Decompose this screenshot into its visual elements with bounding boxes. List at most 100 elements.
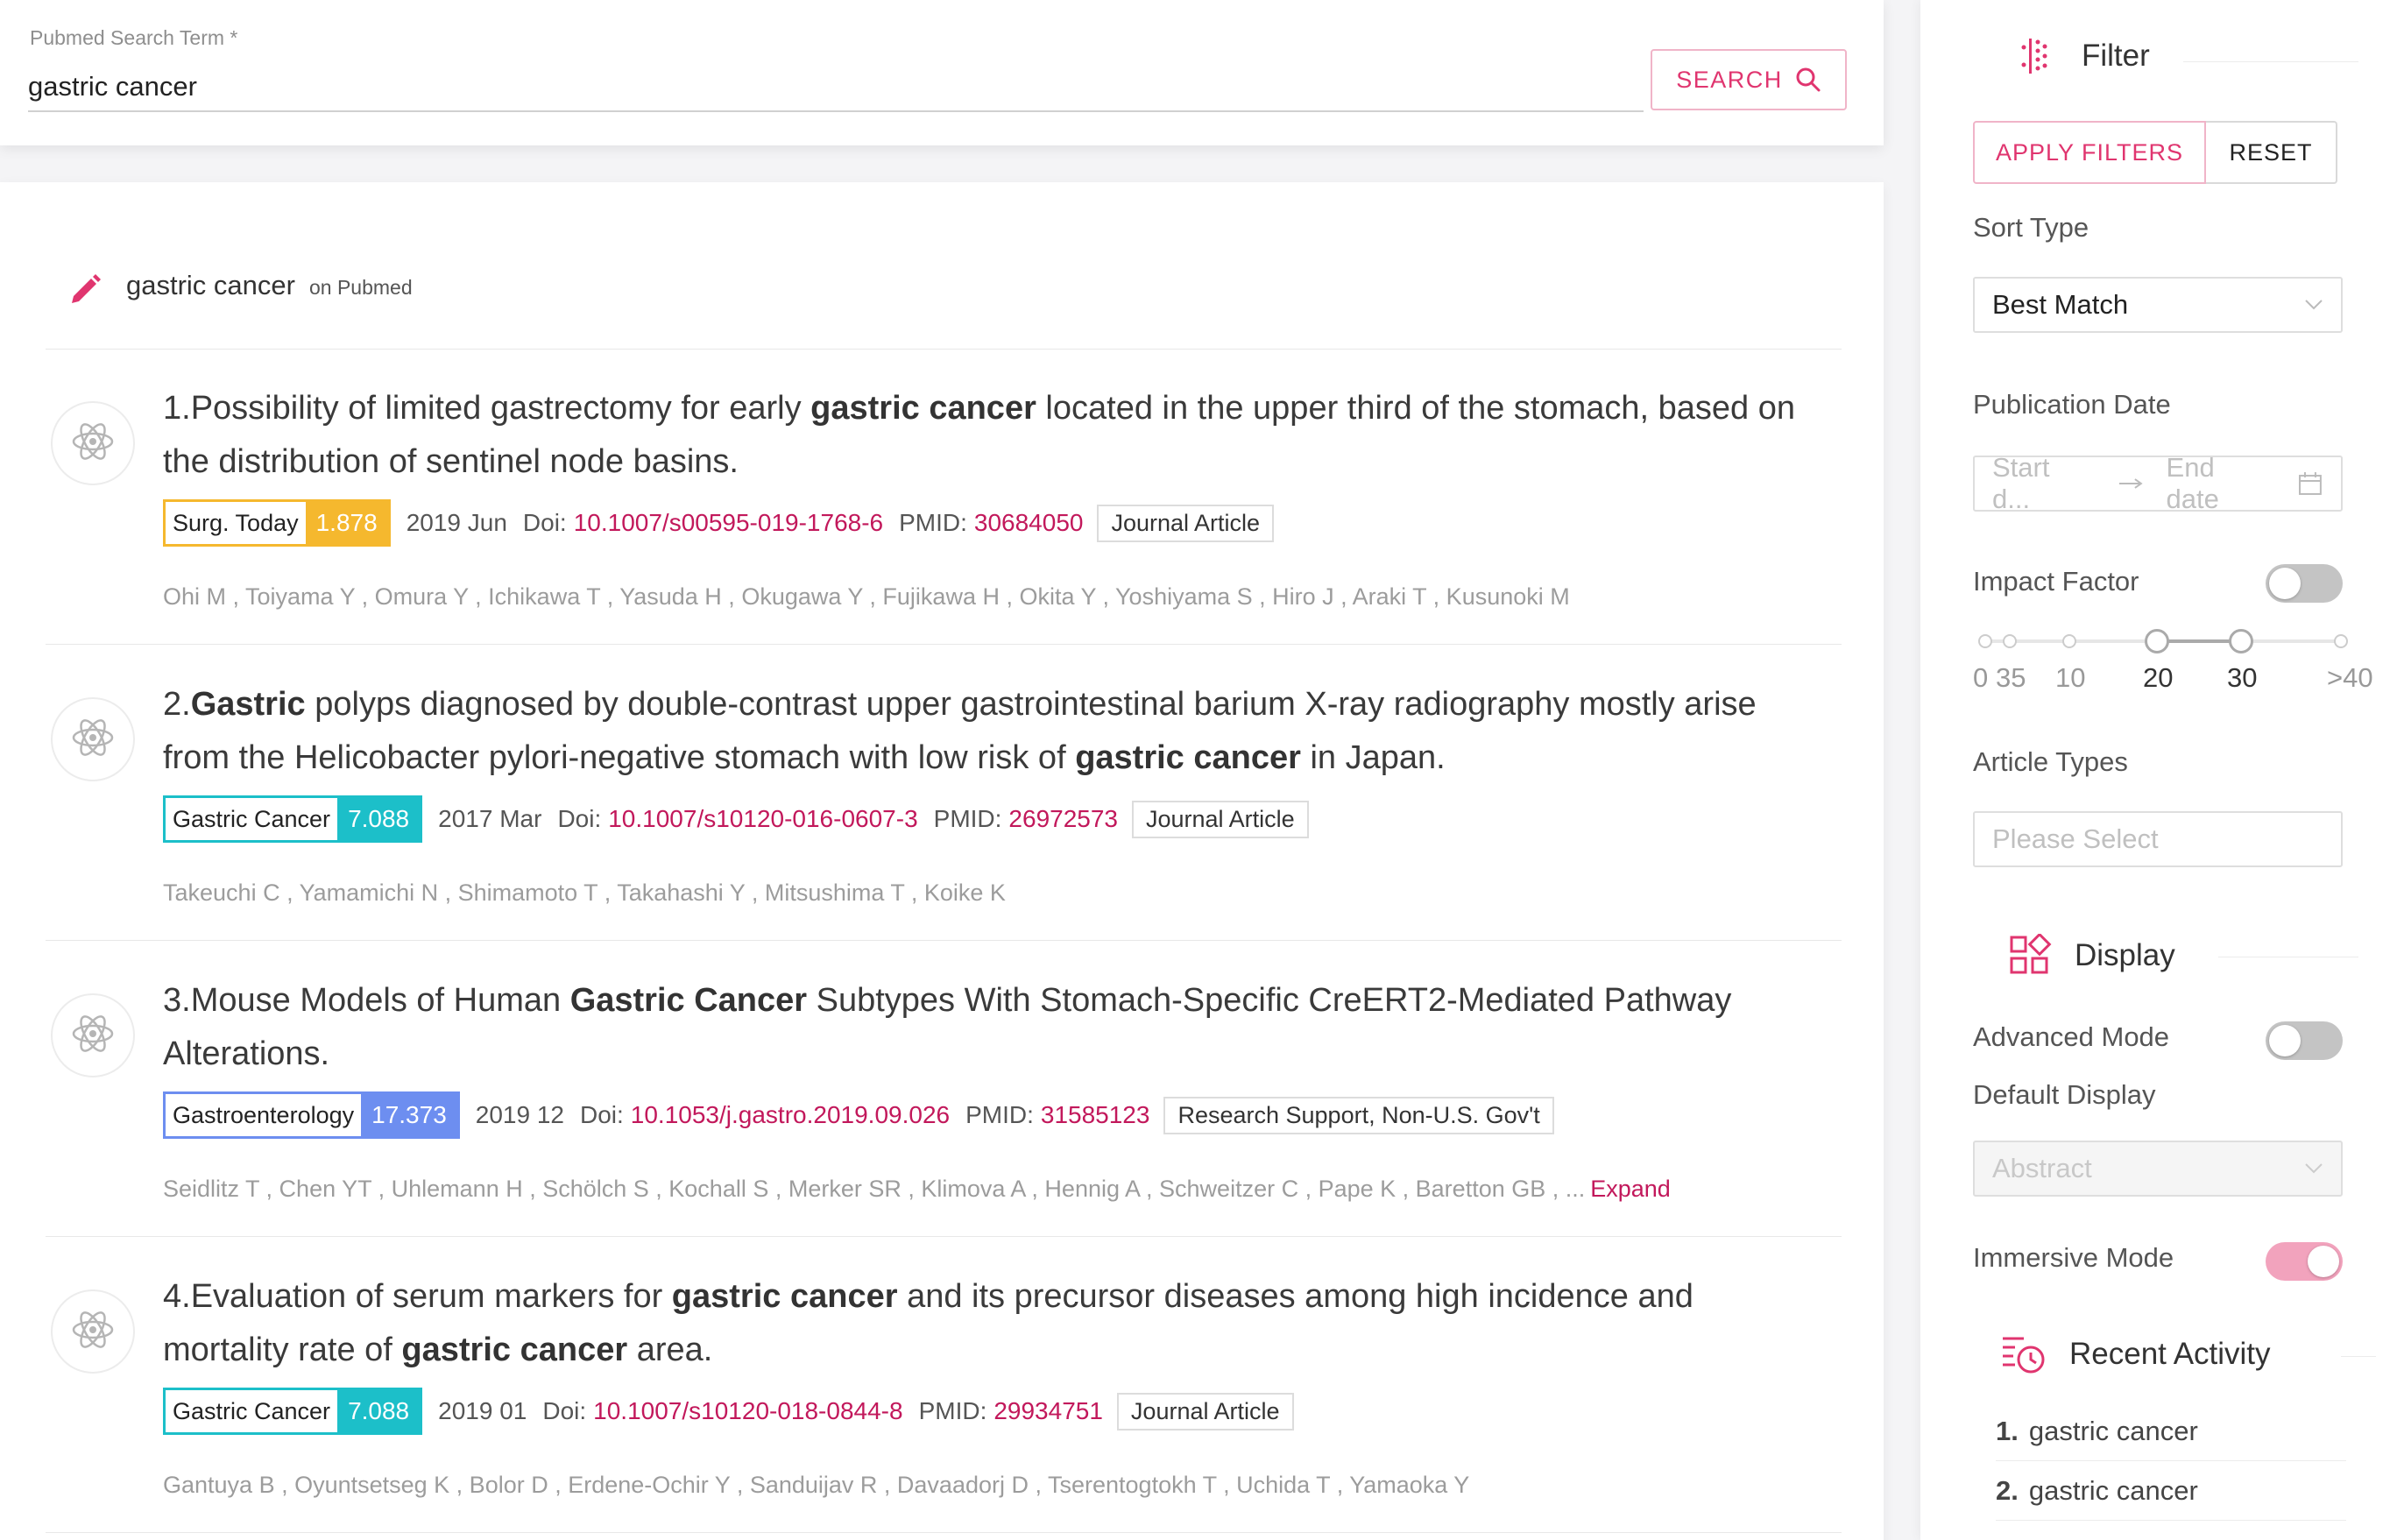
publication-date: 2019 12 xyxy=(475,1101,564,1128)
chevron-down-icon xyxy=(2305,1163,2323,1174)
authors-text: Ohi M , Toiyama Y , Omura Y , Ichikawa T… xyxy=(163,583,1570,610)
highlight-term: gastric cancer xyxy=(1075,739,1301,776)
edit-icon[interactable] xyxy=(67,272,103,308)
author-list: Gantuya B , Oyuntsetseg K , Bolor D , Er… xyxy=(163,1472,1469,1499)
sort-type-label: Sort Type xyxy=(1973,212,2089,243)
publication-date-label: Publication Date xyxy=(1973,389,2171,420)
impact-factor-toggle[interactable] xyxy=(2266,564,2343,603)
article-item: 1.Possibility of limited gastrectomy for… xyxy=(46,349,1842,645)
filter-header: Filter xyxy=(2017,35,2150,77)
doi-link[interactable]: 10.1007/s00595-019-1768-6 xyxy=(574,509,883,537)
journal-badge[interactable]: Gastroenterology 17.373 xyxy=(163,1091,460,1139)
recent-item[interactable]: 2. gastric cancer xyxy=(1996,1461,2346,1521)
display-header: Display xyxy=(2008,934,2175,978)
impact-factor-label: Impact Factor xyxy=(1973,566,2139,597)
doi-label: Doi: xyxy=(579,1101,624,1128)
pmid-label: PMID: xyxy=(918,1397,987,1424)
atom-icon xyxy=(69,1306,117,1358)
doi-link[interactable]: 10.1007/s10120-016-0607-3 xyxy=(608,805,917,833)
authors-text: Seidlitz T , Chen YT , Uhlemann H , Schö… xyxy=(163,1176,1586,1202)
title-text: Mouse Models of Human xyxy=(190,982,570,1019)
article-type-tag: Journal Article xyxy=(1132,800,1309,838)
highlight-term: Gastric Cancer xyxy=(569,982,808,1019)
search-button[interactable]: SEARCH xyxy=(1651,49,1847,110)
atom-icon xyxy=(69,418,117,470)
divider xyxy=(2341,1356,2376,1357)
advanced-mode-toggle[interactable] xyxy=(2266,1021,2343,1060)
filter-title: Filter xyxy=(2082,39,2150,73)
immersive-mode-label: Immersive Mode xyxy=(1973,1242,2174,1273)
title-text: in Japan. xyxy=(1300,739,1446,776)
article-type-tag: Journal Article xyxy=(1116,1392,1294,1431)
default-display-value: Abstract xyxy=(1992,1153,2092,1183)
journal-name: Gastric Cancer xyxy=(166,798,338,840)
slider-mark-label: 30 xyxy=(2227,662,2258,693)
search-icon xyxy=(1796,67,1821,92)
pmid-link[interactable]: 30684050 xyxy=(974,509,1084,537)
start-date-input[interactable]: Start d... xyxy=(1992,452,2095,515)
article-title[interactable]: 4.Evaluation of serum markers for gastri… xyxy=(163,1270,1828,1377)
title-text: Possibility of limited gastrectomy for e… xyxy=(190,390,811,427)
divider xyxy=(2183,61,2358,62)
publication-date: 2019 Jun xyxy=(406,509,507,536)
pmid-link[interactable]: 26972573 xyxy=(1008,805,1118,833)
authors-text: Gantuya B , Oyuntsetseg K , Bolor D , Er… xyxy=(163,1472,1470,1498)
search-card: Pubmed Search Term * SEARCH xyxy=(0,0,1884,145)
article-types-placeholder: Please Select xyxy=(1992,823,2159,854)
impact-factor: 1.878 xyxy=(305,502,388,544)
recent-activity-title: Recent Activity xyxy=(2069,1337,2271,1371)
slider-dot xyxy=(1978,634,1992,648)
doi-link[interactable]: 10.1007/s10120-018-0844-8 xyxy=(593,1397,902,1425)
impact-factor-slider[interactable]: 0 35 10 20 30 >40 xyxy=(1973,622,2373,701)
recent-item[interactable]: 1. gastric cancer xyxy=(1996,1402,2346,1461)
display-title: Display xyxy=(2075,938,2175,972)
pmid-link[interactable]: 31585123 xyxy=(1041,1101,1150,1129)
recent-item-query: gastric cancer xyxy=(2028,1415,2198,1446)
article-avatar xyxy=(51,401,135,485)
journal-badge[interactable]: Gastric Cancer 7.088 xyxy=(163,795,423,843)
author-list: Ohi M , Toiyama Y , Omura Y , Ichikawa T… xyxy=(163,583,1570,611)
article-title[interactable]: 1.Possibility of limited gastrectomy for… xyxy=(163,382,1828,489)
highlight-term: gastric cancer xyxy=(810,390,1036,427)
title-text: Evaluation of serum markers for xyxy=(190,1278,672,1315)
date-range-picker[interactable]: Start d... End date xyxy=(1973,452,2343,514)
journal-badge[interactable]: Surg. Today 1.878 xyxy=(163,499,391,547)
highlight-term: gastric cancer xyxy=(401,1332,628,1368)
slider-mark-label: 0 xyxy=(1973,662,1989,693)
history-icon xyxy=(2003,1337,2045,1374)
impact-factor: 7.088 xyxy=(337,798,421,840)
article-types-select[interactable]: Please Select xyxy=(1973,811,2343,867)
toggle-knob xyxy=(2308,1246,2339,1277)
article-number: 3. xyxy=(163,982,191,1019)
article-item: 4.Evaluation of serum markers for gastri… xyxy=(46,1237,1842,1533)
sort-type-select[interactable]: Best Match xyxy=(1973,277,2343,333)
article-title[interactable]: 2.Gastric polyps diagnosed by double-con… xyxy=(163,678,1828,785)
slider-handle[interactable] xyxy=(2145,629,2169,653)
apply-filters-button[interactable]: APPLY FILTERS xyxy=(1973,121,2206,184)
publication-date: 2019 01 xyxy=(438,1397,527,1424)
search-input[interactable] xyxy=(28,63,1644,112)
impact-factor: 17.373 xyxy=(361,1094,457,1136)
default-display-select[interactable]: Abstract xyxy=(1973,1141,2343,1197)
slider-handle[interactable] xyxy=(2229,629,2253,653)
journal-badge[interactable]: Gastric Cancer 7.088 xyxy=(163,1388,423,1435)
immersive-mode-toggle[interactable] xyxy=(2266,1242,2343,1281)
publication-date: 2017 Mar xyxy=(438,805,542,832)
query-source: on Pubmed xyxy=(308,276,413,299)
recent-item-number: 2. xyxy=(1996,1474,2019,1506)
pmid-link[interactable]: 29934751 xyxy=(993,1397,1103,1425)
article-types-label: Article Types xyxy=(1973,746,2128,777)
expand-link[interactable]: Expand xyxy=(1590,1176,1671,1202)
search-button-label: SEARCH xyxy=(1676,66,1783,93)
reset-button[interactable]: RESET xyxy=(2206,121,2337,184)
article-title[interactable]: 3.Mouse Models of Human Gastric Cancer S… xyxy=(163,974,1828,1081)
query-header: gastric cancer on Pubmed xyxy=(67,270,413,303)
doi-label: Doi: xyxy=(557,805,602,832)
article-number: 2. xyxy=(163,686,191,723)
doi-label: Doi: xyxy=(542,1397,587,1424)
slider-mark-label: 20 xyxy=(2143,662,2174,693)
article-meta: Gastric Cancer 7.088 2019 01 Doi: 10.1007/s1… xyxy=(163,1388,1294,1435)
end-date-input[interactable]: End date xyxy=(2167,452,2275,515)
impact-factor: 7.088 xyxy=(337,1390,421,1432)
doi-link[interactable]: 10.1053/j.gastro.2019.09.026 xyxy=(631,1101,950,1129)
